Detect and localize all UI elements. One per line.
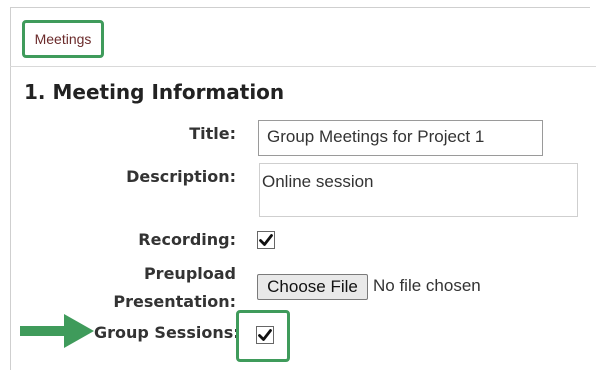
section-title: 1. Meeting Information (24, 80, 285, 104)
tab-row-divider (10, 66, 596, 67)
tab-meetings-label: Meetings (34, 31, 92, 47)
top-strip (0, 0, 596, 10)
recording-label: Recording: (138, 230, 236, 249)
title-label: Title: (189, 124, 236, 143)
recording-checkbox[interactable] (257, 231, 275, 249)
group-sessions-label: Group Sessions: (94, 323, 240, 342)
file-status-text: No file chosen (373, 276, 481, 295)
checkmark-icon (258, 329, 272, 341)
top-divider (10, 7, 590, 8)
title-input[interactable]: Group Meetings for Project 1 (258, 120, 543, 156)
description-label: Description: (126, 167, 236, 186)
checkmark-icon (259, 234, 273, 246)
tab-meetings[interactable]: Meetings (22, 20, 104, 58)
choose-file-button[interactable]: Choose File (257, 274, 368, 300)
preupload-label-line2: Presentation: (113, 292, 236, 311)
description-textarea[interactable]: Online session (259, 163, 578, 217)
preupload-label-line1: Preupload (143, 264, 236, 283)
panel-left-border (10, 8, 11, 370)
arrow-right-icon (20, 314, 94, 348)
group-sessions-checkbox[interactable] (256, 326, 274, 344)
